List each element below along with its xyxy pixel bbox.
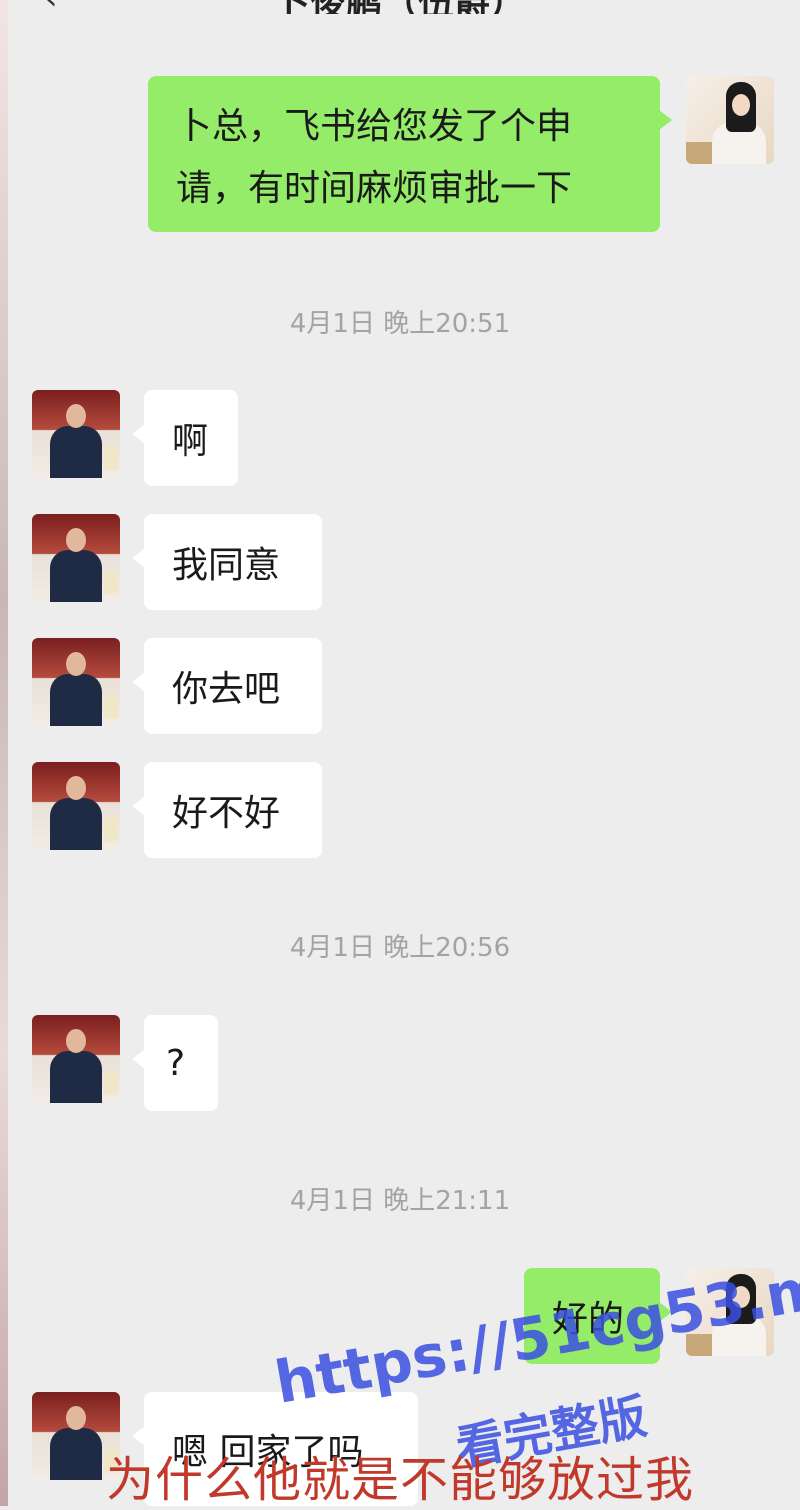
received-message-bubble[interactable]: 好不好: [132, 762, 322, 858]
received-message-bubble[interactable]: 我同意: [132, 514, 322, 610]
chat-header: ‹ 卜俊鹏（伍爵）: [0, 0, 800, 14]
chat-title: 卜俊鹏（伍爵）: [0, 0, 800, 14]
timestamp: 4月1日 晚上20:51: [289, 309, 511, 339]
timestamp: 4月1日 晚上20:56: [289, 933, 511, 963]
my-avatar[interactable]: [686, 76, 774, 164]
timestamp: 4月1日 晚上21:11: [289, 1186, 511, 1216]
received-message-bubble[interactable]: 啊: [132, 390, 238, 486]
contact-avatar[interactable]: [32, 1015, 120, 1103]
message-text-line: 请，有时间麻烦审批一下: [176, 168, 573, 209]
message-text-line: 卜总，飞书给您发了个申: [176, 106, 573, 147]
received-message-bubble[interactable]: ?: [132, 1015, 218, 1111]
contact-avatar[interactable]: [32, 638, 120, 726]
left-edge-strip: [0, 0, 8, 1506]
sent-message-bubble[interactable]: 卜总，飞书给您发了个申 请，有时间麻烦审批一下: [148, 76, 672, 232]
contact-avatar[interactable]: [32, 390, 120, 478]
contact-avatar[interactable]: [32, 762, 120, 850]
video-caption: 为什么他就是不能够放过我: [105, 1452, 694, 1508]
contact-avatar[interactable]: [32, 514, 120, 602]
received-message-bubble[interactable]: 你去吧: [132, 638, 322, 734]
